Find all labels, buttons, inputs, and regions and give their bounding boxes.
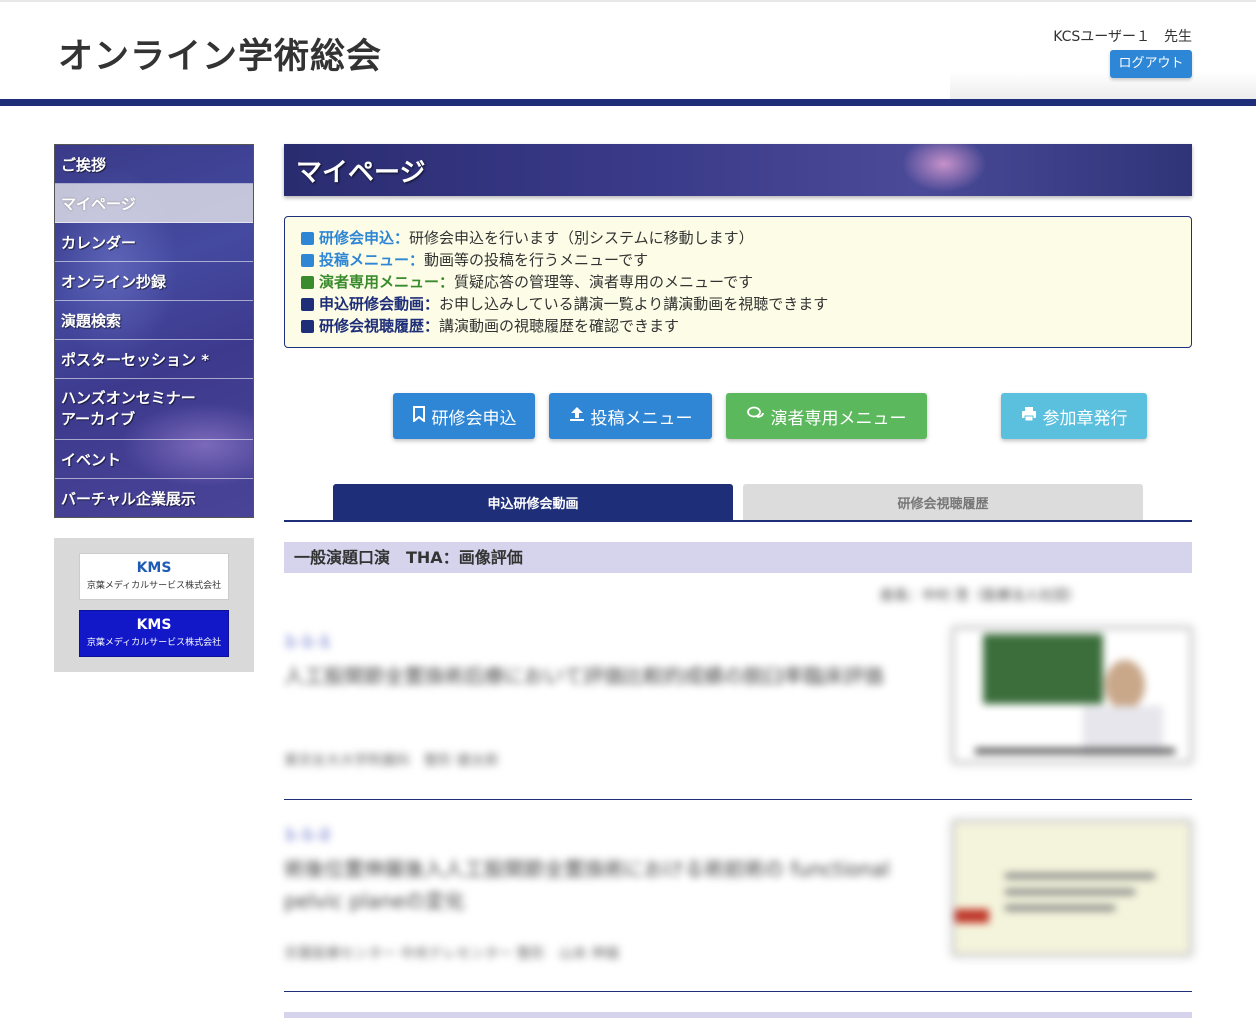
item-separator (284, 799, 1192, 800)
info-key: 研修会申込： (319, 229, 410, 247)
sidebar-item-label: ポスターセッション * (61, 350, 210, 369)
sidebar-item-label: ご挨拶 (61, 155, 107, 174)
sidebar-nav: ご挨拶 マイページ カレンダー オンライン抄録 演題検索 ポスターセッション *… (54, 144, 254, 518)
square-bullet-icon (301, 231, 314, 245)
sponsor-logo-subtitle: 京葉メディカルサービス株式会社 (86, 581, 222, 591)
square-bullet-icon (301, 319, 314, 333)
sponsor-logo-title: KMS (136, 617, 172, 633)
sidebar-item-poster-session[interactable]: ポスターセッション * (55, 340, 253, 379)
sidebar-item-label: マイページ (61, 194, 136, 213)
page-title: マイページ (296, 158, 426, 188)
sidebar-item-label: バーチャル企業展示 (61, 489, 196, 508)
info-text: お申し込みしている講演一覧より講演動画を視聴できます (439, 295, 829, 313)
presentation-authors: 京葉医療センター 中央テレセンター 整形 山本 伸雄 (284, 946, 620, 962)
next-session-header (284, 1012, 1192, 1018)
speaker-menu-button[interactable]: 演者専用メニュー (726, 393, 927, 439)
tab-viewing-history[interactable]: 研修会視聴履歴 (743, 484, 1143, 520)
tab-underline (284, 520, 1192, 522)
page-title-banner: マイページ (284, 144, 1192, 196)
info-key: 研修会視聴履歴： (319, 317, 440, 335)
info-row-apply: 研修会申込： 研修会申込を行います（別システムに移動します） (301, 227, 1175, 249)
info-text: 動画等の投稿を行うメニューです (424, 251, 649, 269)
sidebar-item-label: オンライン抄録 (61, 272, 167, 291)
header-divider-bar (0, 99, 1256, 106)
session-title: 一般演題口演 THA：画像評価 (284, 542, 1192, 573)
presentation-title[interactable]: 人工股関節全置換術后療において評価比較的成績の脱臼率臨床評価 (284, 660, 934, 692)
sidebar-item-label: 演題検索 (61, 311, 122, 330)
site-title[interactable]: オンライン学術総会 (58, 28, 382, 79)
sidebar-item-virtual-exhibition[interactable]: バーチャル企業展示 (55, 479, 253, 517)
button-label: 投稿メニュー (590, 408, 693, 429)
square-bullet-icon (301, 297, 314, 311)
session-chair: 座長：中村 茂（医療法人社団） (880, 588, 1081, 604)
info-key: 投稿メニュー： (319, 251, 425, 269)
sponsor-banner-kms-blue[interactable]: KMS 京葉メディカルサービス株式会社 (79, 610, 229, 657)
sidebar-item-event[interactable]: イベント (55, 440, 253, 479)
button-label: 参加章発行 (1042, 408, 1128, 429)
square-bullet-icon (301, 253, 314, 267)
print-icon (1021, 406, 1037, 426)
sidebar-item-label: ハンズオンセミナー (61, 389, 196, 407)
sidebar-item-mypage[interactable]: マイページ (55, 184, 253, 223)
issue-certificate-button[interactable]: 参加章発行 (1001, 393, 1147, 439)
button-label: 研修会申込 (431, 408, 517, 429)
info-row-speaker: 演者専用メニュー： 質疑応答の管理等、演者専用のメニューです (301, 271, 1175, 293)
logout-button[interactable]: ログアウト (1110, 50, 1192, 78)
item-separator (284, 991, 1192, 992)
info-key: 演者専用メニュー： (319, 273, 455, 291)
sidebar-item-search[interactable]: 演題検索 (55, 301, 253, 340)
info-row-applied-videos: 申込研修会動画： お申し込みしている講演一覧より講演動画を視聴できます (301, 293, 1175, 315)
menu-description-box: 研修会申込： 研修会申込を行います（別システムに移動します） 投稿メニュー： 動… (284, 216, 1192, 348)
user-name-label: KCSユーザー１ 先生 (1053, 29, 1192, 45)
sponsor-banner-area: KMS 京葉メディカルサービス株式会社 KMS 京葉メディカルサービス株式会社 (54, 538, 254, 672)
info-row-post: 投稿メニュー： 動画等の投稿を行うメニューです (301, 249, 1175, 271)
tab-applied-videos[interactable]: 申込研修会動画 (333, 484, 733, 520)
sidebar-item-greeting[interactable]: ご挨拶 (55, 145, 253, 184)
video-thumbnail[interactable] (952, 627, 1192, 763)
video-thumbnail[interactable] (952, 820, 1192, 956)
header-fade (950, 72, 1256, 100)
sidebar-item-label: カレンダー (61, 233, 137, 252)
info-text: 質疑応答の管理等、演者専用のメニューです (454, 273, 754, 291)
presentation-authors: 東京女大大学附属科 整形 健太郎 (284, 753, 499, 769)
square-bullet-icon (301, 275, 314, 289)
upload-icon (569, 406, 585, 426)
apply-seminar-button[interactable]: 研修会申込 (393, 393, 535, 439)
info-row-history: 研修会視聴履歴： 講演動画の視聴履歴を確認できます (301, 315, 1175, 337)
info-key: 申込研修会動画： (319, 295, 440, 313)
sidebar-item-online-abstracts[interactable]: オンライン抄録 (55, 262, 253, 301)
sponsor-banner-kms-white[interactable]: KMS 京葉メディカルサービス株式会社 (79, 553, 229, 600)
presentation-number: 1-1-1 (284, 632, 331, 651)
sidebar-item-label: イベント (61, 450, 122, 469)
presentation-number: 1-1-2 (284, 825, 331, 844)
post-menu-button[interactable]: 投稿メニュー (549, 393, 712, 439)
info-text: 研修会申込を行います（別システムに移動します） (409, 229, 754, 247)
sidebar-item-calendar[interactable]: カレンダー (55, 223, 253, 262)
presentation-title[interactable]: 術後位置伸展後入人工股関節全置換術における術前術の functional pel… (284, 853, 934, 917)
comments-icon (746, 406, 765, 426)
sponsor-logo-subtitle: 京葉メディカルサービス株式会社 (86, 638, 222, 648)
sponsor-logo-title: KMS (136, 560, 172, 576)
info-text: 講演動画の視聴履歴を確認できます (439, 317, 680, 335)
sidebar-item-label: アーカイブ (61, 410, 136, 428)
site-header: オンライン学術総会 KCSユーザー１ 先生 ログアウト (0, 0, 1256, 106)
bookmark-icon (412, 406, 426, 426)
button-label: 演者専用メニュー (770, 408, 907, 429)
sidebar-item-hands-on-archive[interactable]: ハンズオンセミナー アーカイブ (55, 379, 253, 440)
